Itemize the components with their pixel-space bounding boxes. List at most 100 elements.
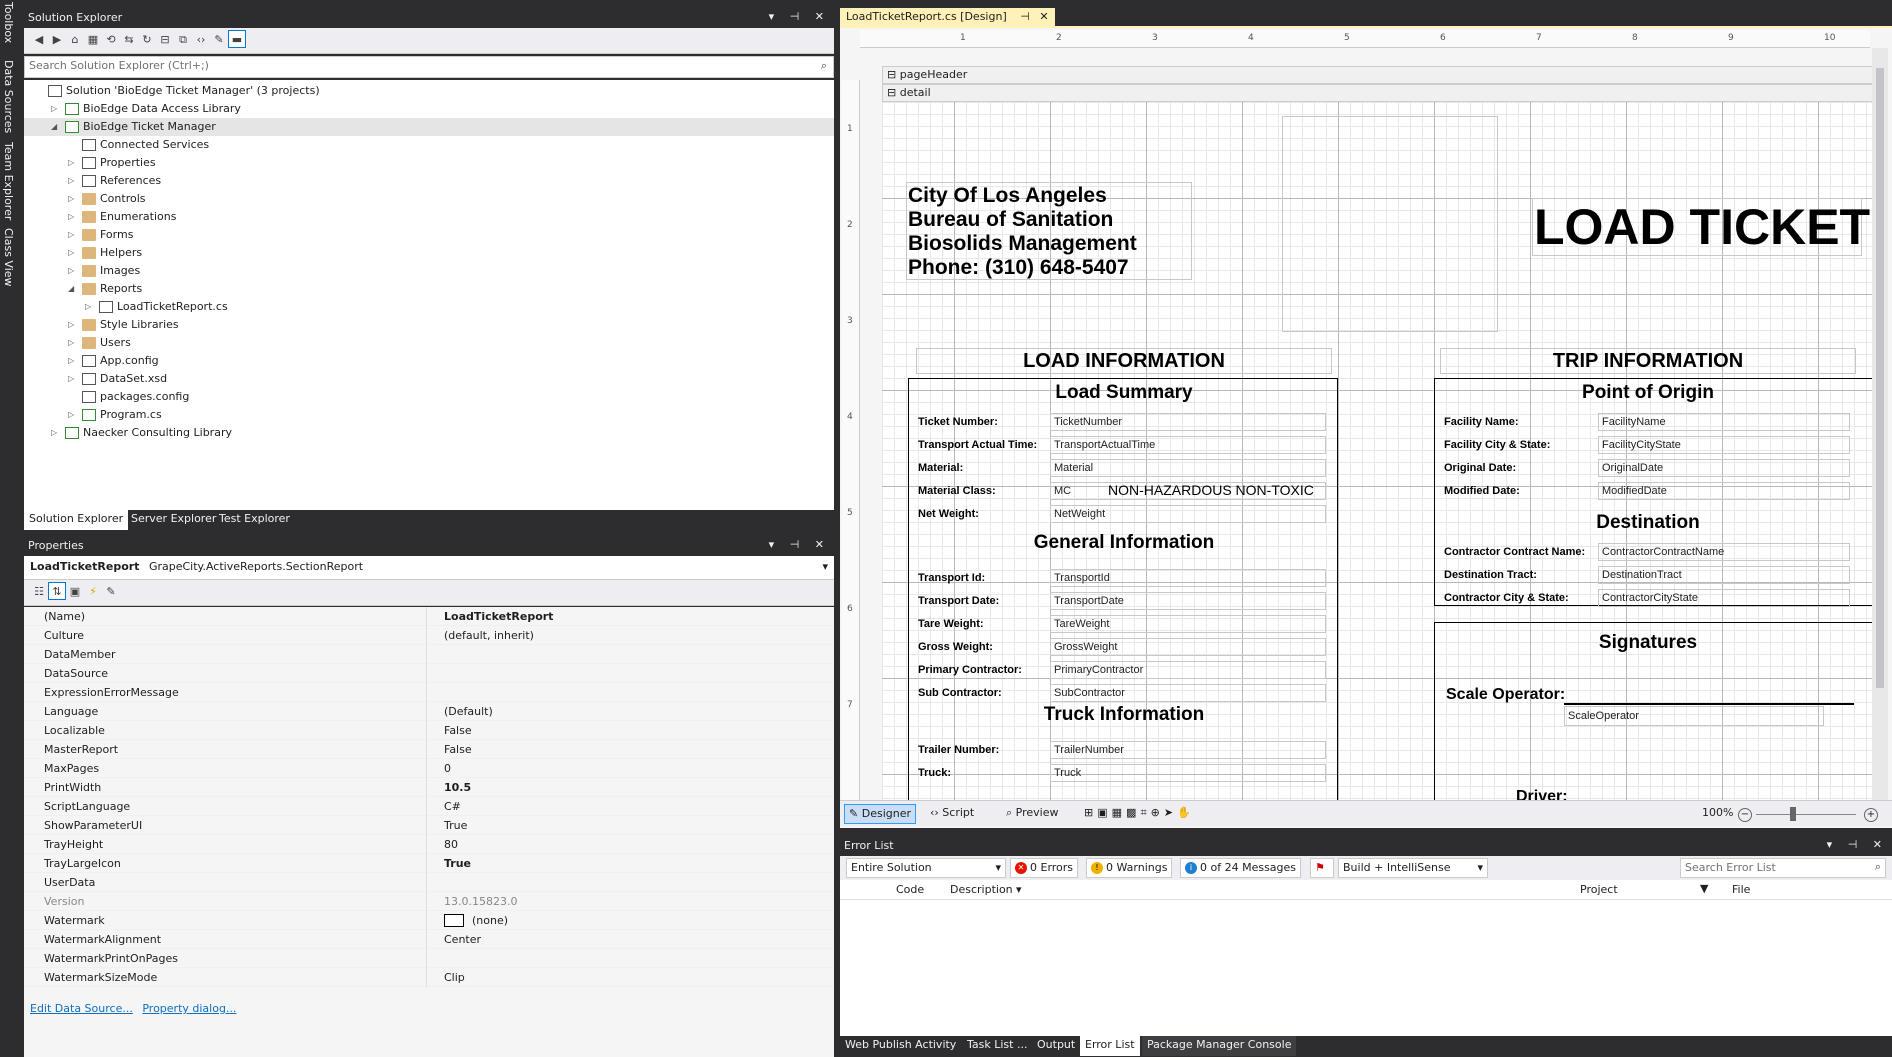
property-row[interactable]: ScriptLanguage C# — [24, 797, 834, 816]
property-row[interactable]: PrintWidth 10.5 — [24, 778, 834, 797]
report-field-label[interactable]: Trailer Number: — [918, 744, 999, 756]
collapse-icon[interactable]: ⊟ — [887, 86, 900, 99]
error-list-window-controls[interactable]: ▾ ⊣ ✕ — [1827, 838, 1888, 851]
tab-server-explorer[interactable]: Server Explorer — [126, 510, 221, 530]
expander-icon[interactable]: ▷ — [68, 316, 78, 334]
tree-item[interactable]: connected-services-icon Connected Service… — [24, 136, 834, 154]
tree-item[interactable]: ▷ folder-icon Style Libraries — [24, 316, 834, 334]
property-value[interactable]: 0 — [444, 759, 451, 778]
property-value[interactable]: LoadTicketReport — [444, 607, 553, 626]
property-value[interactable]: 80 — [444, 835, 458, 854]
expander-icon[interactable]: ▷ — [68, 208, 78, 226]
property-value[interactable]: (none) — [472, 911, 508, 930]
expander-icon[interactable]: ▷ — [68, 190, 78, 208]
property-row[interactable]: WatermarkPrintOnPages — [24, 949, 834, 968]
zoom-slider-thumb[interactable] — [1790, 807, 1796, 821]
expander-icon[interactable]: ▷ — [68, 334, 78, 352]
forward-icon[interactable]: ▶ — [48, 31, 66, 49]
alphabetical-icon[interactable]: ⇅ — [48, 582, 66, 600]
tree-item[interactable]: ▷ folder-icon Images — [24, 262, 834, 280]
document-tab-loadticketreport[interactable]: LoadTicketReport.cs [Design] ⊣ ✕ — [840, 8, 1055, 28]
expander-icon[interactable]: ▷ — [85, 298, 95, 316]
edit-data-source-link[interactable]: Edit Data Source... — [30, 1002, 133, 1015]
property-row[interactable]: MaxPages 0 — [24, 759, 834, 778]
error-list-search-input[interactable]: Search Error List ⌕ — [1680, 858, 1886, 878]
zoom-out-icon[interactable]: − — [1738, 808, 1752, 822]
errors-filter-button[interactable]: ✕ 0 Errors — [1010, 858, 1079, 878]
scope-dropdown[interactable]: Entire Solution ▾ — [846, 858, 1006, 878]
section-pageheader[interactable]: ⊟ pageHeader — [882, 66, 1882, 84]
tab-solution-explorer[interactable]: Solution Explorer — [24, 510, 129, 530]
property-value[interactable]: C# — [444, 797, 461, 816]
preview-tab-button[interactable]: ⌕ Preview — [1002, 804, 1063, 824]
refresh-icon[interactable]: ↻ — [138, 31, 156, 49]
report-field-label[interactable]: Modified Date: — [1444, 485, 1520, 497]
property-row[interactable]: TrayHeight 80 — [24, 835, 834, 854]
property-pages-icon[interactable]: ▣ — [66, 583, 84, 601]
report-field-label[interactable]: Tare Weight: — [918, 618, 984, 630]
tab-task-list[interactable]: Task List ... — [962, 1036, 1032, 1056]
report-field-box[interactable] — [1050, 764, 1326, 782]
tree-item[interactable]: ▷ wrench-icon Properties — [24, 154, 834, 172]
report-field-label[interactable]: Transport Date: — [918, 595, 999, 607]
collapse-icon[interactable]: ⊟ — [887, 68, 900, 81]
filter-toggle-icon[interactable]: ⚑ — [1310, 858, 1334, 878]
expander-icon[interactable]: ◢ — [68, 280, 78, 298]
events-icon[interactable]: ⚡ — [84, 583, 102, 601]
column-code[interactable]: Code — [896, 883, 924, 896]
chevron-down-icon[interactable]: ▾ — [822, 560, 828, 573]
expander-icon[interactable]: ▷ — [68, 406, 78, 424]
grid-icon[interactable]: ▦ — [1112, 806, 1126, 819]
report-field-label[interactable]: Primary Contractor: — [918, 664, 1022, 676]
collapse-all-icon[interactable]: ⊟ — [156, 31, 174, 49]
property-wrench-icon[interactable]: ✎ — [102, 583, 120, 601]
property-row[interactable]: ExpressionErrorMessage — [24, 683, 834, 702]
report-field-label[interactable]: Facility City & State: — [1444, 439, 1550, 451]
snap-grid-icon[interactable]: ⊕ — [1151, 806, 1164, 819]
property-row[interactable]: WatermarkSizeMode Clip — [24, 968, 834, 987]
tree-item[interactable]: ▷ folder-icon Helpers — [24, 244, 834, 262]
tree-item[interactable]: ▷ folder-icon Users — [24, 334, 834, 352]
tree-item[interactable]: ▷ folder-icon Controls — [24, 190, 834, 208]
build-filter-dropdown[interactable]: Build + IntelliSense ▾ — [1338, 858, 1488, 878]
property-value[interactable]: True — [444, 854, 471, 873]
property-row[interactable]: (Name) LoadTicketReport — [24, 607, 834, 626]
property-row[interactable]: MasterReport False — [24, 740, 834, 759]
tree-item[interactable]: ▷ csharp-project-icon BioEdge Data Access … — [24, 100, 834, 118]
property-value[interactable]: 10.5 — [444, 778, 471, 797]
report-field-label[interactable]: Ticket Number: — [918, 416, 998, 428]
expander-icon[interactable]: ▷ — [51, 424, 61, 442]
report-field-label[interactable]: Contractor Contract Name: — [1444, 546, 1585, 558]
tree-item[interactable]: ▷ config-file-icon App.config — [24, 352, 834, 370]
tree-item[interactable]: ▷ report-file-icon LoadTicketReport.cs — [24, 298, 834, 316]
property-value[interactable]: Center — [444, 930, 481, 949]
tree-item[interactable]: ◢ csharp-project-icon BioEdge Ticket Manag… — [24, 118, 834, 136]
vertical-scrollbar[interactable] — [1872, 48, 1888, 808]
panel-window-controls[interactable]: ▾ ⊣ ✕ — [769, 10, 830, 23]
report-field-label[interactable]: Gross Weight: — [918, 641, 993, 653]
expander-icon[interactable]: ▷ — [68, 154, 78, 172]
property-row[interactable]: DataSource — [24, 664, 834, 683]
report-field-label[interactable]: Facility Name: — [1444, 416, 1519, 428]
tree-item[interactable]: ▷ folder-icon Enumerations — [24, 208, 834, 226]
property-row[interactable]: Culture (default, inherit) — [24, 626, 834, 645]
close-tab-icon[interactable]: ✕ — [1039, 10, 1048, 23]
back-icon[interactable]: ◀ — [30, 31, 48, 49]
expander-icon[interactable]: ▷ — [68, 370, 78, 388]
pointer-icon[interactable]: ➤ — [1164, 806, 1177, 819]
properties-window-controls[interactable]: ▾ ⊣ ✕ — [769, 538, 830, 551]
warnings-filter-button[interactable]: ! 0 Warnings — [1086, 858, 1173, 878]
tree-item[interactable]: config-file-icon packages.config — [24, 388, 834, 406]
home-icon[interactable]: ⌂ — [66, 31, 84, 49]
property-row[interactable]: DataMember — [24, 645, 834, 664]
logo-placeholder[interactable] — [1282, 116, 1498, 332]
property-dialog-link[interactable]: Property dialog... — [142, 1002, 236, 1015]
report-field-label[interactable]: Material: — [918, 462, 963, 474]
align-icon[interactable]: ⌗ — [1140, 806, 1150, 819]
view-code-icon[interactable]: ‹› — [192, 31, 210, 49]
tab-output[interactable]: Output — [1032, 1036, 1080, 1056]
reorder-icon[interactable]: ⊞ — [1084, 806, 1097, 819]
search-icon[interactable]: ⌕ — [821, 59, 827, 73]
tree-item[interactable]: ▷ csharp-file-icon Program.cs — [24, 406, 834, 424]
report-field-label[interactable]: Destination Tract: — [1444, 569, 1537, 581]
